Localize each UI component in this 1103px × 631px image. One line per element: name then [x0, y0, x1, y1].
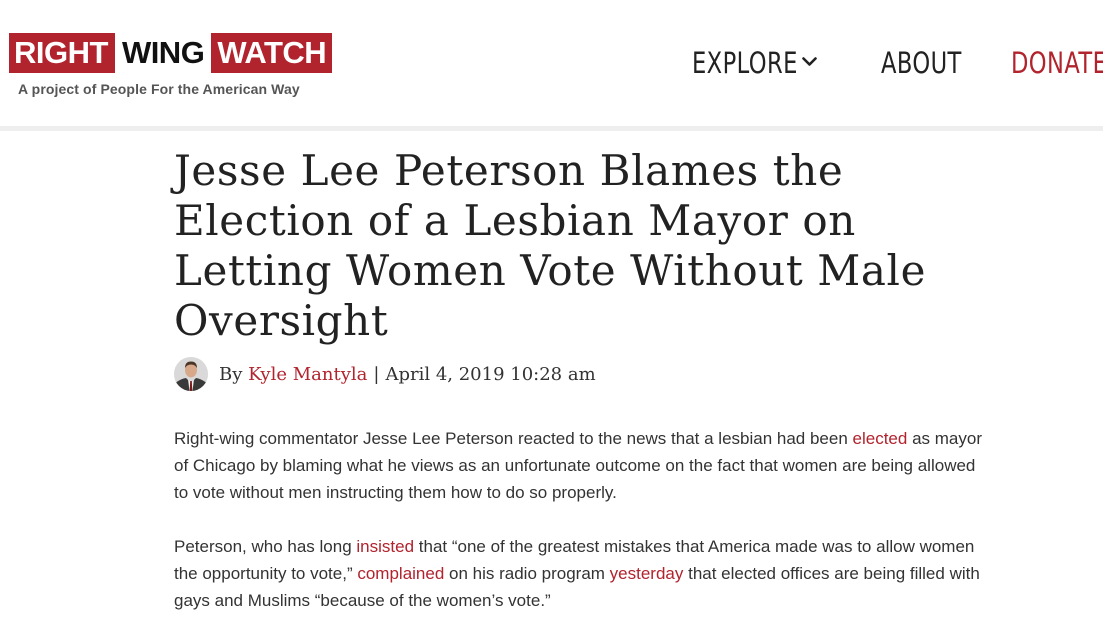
- author-link[interactable]: Kyle Mantyla: [248, 364, 367, 385]
- paragraph-text: Right-wing commentator Jesse Lee Peterso…: [174, 429, 853, 448]
- nav-explore[interactable]: EXPLORE: [692, 46, 798, 80]
- logo-word-right: RIGHT: [9, 33, 115, 73]
- paragraph-1: Right-wing commentator Jesse Lee Peterso…: [174, 425, 984, 506]
- logo-word-wing: WING: [114, 33, 212, 73]
- paragraph-text: Peterson, who has long: [174, 537, 357, 556]
- paragraph-2: Peterson, who has long insisted that “on…: [174, 533, 984, 614]
- site-logo[interactable]: RIGHT WING WATCH A project of People For…: [9, 33, 333, 97]
- article-body: Right-wing commentator Jesse Lee Peterso…: [174, 425, 984, 614]
- site-header: RIGHT WING WATCH A project of People For…: [0, 0, 1103, 126]
- byline-separator: |: [373, 363, 380, 385]
- paragraph-text: on his radio program: [444, 564, 610, 583]
- nav-about[interactable]: ABOUT: [881, 46, 962, 80]
- publish-date: April 4, 2019 10:28 am: [385, 363, 596, 385]
- link-yesterday[interactable]: yesterday: [610, 564, 684, 583]
- byline: By Kyle Mantyla | April 4, 2019 10:28 am: [174, 356, 984, 392]
- link-insisted[interactable]: insisted: [356, 537, 414, 556]
- logo-tagline: A project of People For the American Way: [18, 81, 300, 97]
- nav-donate[interactable]: DONATE: [1011, 46, 1103, 80]
- author-avatar[interactable]: [174, 357, 208, 391]
- logo-word-watch: WATCH: [211, 33, 333, 73]
- chevron-down-icon[interactable]: [802, 57, 817, 67]
- article: Jesse Lee Peterson Blames the Election o…: [174, 146, 984, 631]
- logo-wordmark: RIGHT WING WATCH: [9, 33, 333, 73]
- byline-by: By: [219, 363, 243, 385]
- header-divider: [0, 126, 1103, 131]
- link-elected[interactable]: elected: [853, 429, 908, 448]
- link-complained[interactable]: complained: [357, 564, 444, 583]
- article-title: Jesse Lee Peterson Blames the Election o…: [174, 146, 927, 345]
